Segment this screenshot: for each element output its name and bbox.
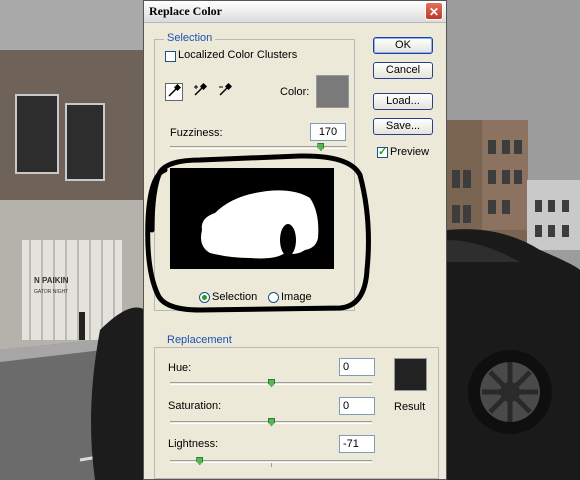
save-button[interactable]: Save... [373,118,433,135]
lightness-input[interactable]: -71 [339,435,375,453]
lightness-center-tick [271,463,272,467]
preview-checkbox[interactable]: ✓ [377,146,388,158]
localized-color-clusters-checkbox[interactable] [165,51,176,62]
sign-text-line1: N PAIKIN [34,276,69,285]
sign-text-line2: GATOR NIGHT [34,289,68,295]
saturation-input[interactable]: 0 [339,397,375,415]
title-bar[interactable]: Replace Color ✕ [144,1,446,23]
lightness-label: Lightness: [168,438,219,450]
close-button[interactable]: ✕ [425,2,443,20]
image-radio-label[interactable]: Image [281,291,312,303]
replace-color-dialog: Replace Color ✕ Selection Localized Colo… [143,0,447,480]
close-icon: ✕ [428,5,440,19]
selection-radio[interactable] [199,292,210,303]
hue-label: Hue: [168,362,192,374]
result-color-swatch[interactable] [394,358,427,391]
image-radio[interactable] [268,292,279,303]
ok-button[interactable]: OK [373,37,433,54]
selection-color-swatch[interactable] [316,75,349,108]
load-button[interactable]: Load... [373,93,433,110]
dialog-title: Replace Color [149,4,222,18]
cancel-button[interactable]: Cancel [373,62,433,79]
eyedropper-icon [168,83,182,97]
selection-radio-label[interactable]: Selection [212,291,257,303]
hue-input[interactable]: 0 [339,358,375,376]
eyedropper-plus-button[interactable] [191,82,209,101]
eyedropper-plus-icon [194,82,208,96]
eyedropper-minus-button[interactable] [216,82,234,101]
eyedropper-button[interactable] [165,83,183,101]
result-label: Result [394,401,426,413]
fuzziness-input[interactable]: 170 [310,123,346,141]
selection-mask-shape [201,190,319,259]
replacement-group-label: Replacement [164,334,235,346]
preview-label[interactable]: Preview [390,146,429,158]
localized-color-clusters-label[interactable]: Localized Color Clusters [178,49,297,61]
color-label: Color: [280,86,310,98]
selection-group-label: Selection [164,32,216,44]
eyedropper-minus-icon [219,82,233,96]
saturation-label: Saturation: [168,400,222,412]
selection-preview [170,168,334,269]
checkmark-icon: ✓ [378,146,388,158]
fuzziness-label: Fuzziness: [170,127,223,139]
